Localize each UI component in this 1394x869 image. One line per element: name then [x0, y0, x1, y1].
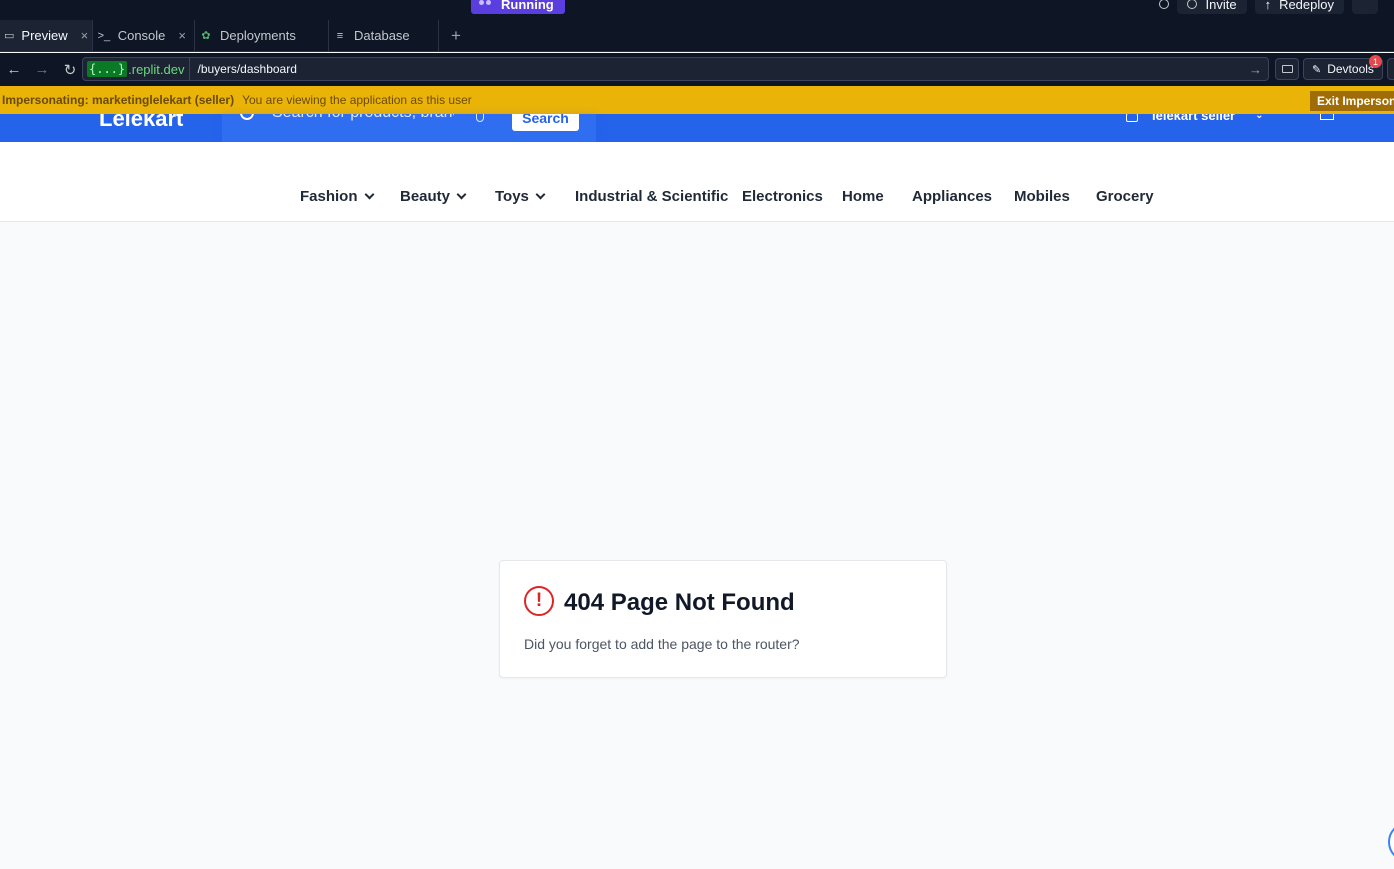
window-button[interactable] [1352, 0, 1378, 14]
tab-deployments[interactable]: ✿ Deployments [195, 20, 329, 51]
category-electronics[interactable]: Electronics [742, 188, 842, 205]
chevron-down-icon [456, 189, 467, 200]
category-label: Home [842, 188, 884, 205]
more-button[interactable] [1387, 58, 1394, 80]
url-field[interactable]: {...} .replit.dev /buyers/dashboard → [82, 57, 1269, 81]
microphone-icon[interactable] [476, 114, 484, 122]
chevron-down-icon [364, 189, 374, 200]
forward-icon[interactable]: → [28, 56, 56, 84]
run-status-label: Running [501, 0, 554, 12]
invite-label: Invite [1205, 0, 1237, 12]
category-label: Beauty [400, 188, 451, 205]
tab-preview[interactable]: ▭ Preview × [0, 20, 93, 51]
user-name: lelekart seller [1152, 114, 1236, 123]
exit-impersonation-button[interactable]: Exit Impersona [1310, 91, 1394, 111]
category-mobiles[interactable]: Mobiles [1014, 188, 1096, 205]
tab-label: Console [117, 28, 166, 43]
category-industrial-scientific[interactable]: Industrial & Scientific [575, 188, 742, 205]
redeploy-label: Redeploy [1279, 0, 1334, 12]
terminal-icon: >_ [97, 29, 111, 42]
code-icon: {...} [87, 61, 128, 77]
chevron-down-icon: ⌄ [1255, 114, 1264, 121]
cart-icon[interactable] [1320, 114, 1334, 120]
search-bar: Search [222, 114, 596, 144]
devtools-label: Devtools [1327, 62, 1374, 76]
alert-circle-icon: ! [524, 586, 554, 616]
tab-label: Deployments [220, 28, 296, 43]
category-label: Mobiles [1014, 188, 1070, 205]
back-icon[interactable]: ← [0, 56, 28, 84]
category-appliances[interactable]: Appliances [912, 188, 1014, 205]
address-bar: ← → ↻ {...} .replit.dev /buyers/dashboar… [0, 53, 1394, 86]
category-label: Fashion [300, 188, 358, 205]
tab-label: Database [354, 28, 410, 43]
tab-bar: ▭ Preview × >_ Console × ✿ Deployments ≡… [0, 20, 1394, 52]
category-grocery[interactable]: Grocery [1096, 188, 1154, 205]
deploy-icon: ✿ [201, 30, 211, 42]
not-found-card: ! 404 Page Not Found Did you forget to a… [499, 560, 947, 678]
category-beauty[interactable]: Beauty [400, 188, 495, 205]
search-input[interactable] [272, 114, 454, 122]
category-label: Appliances [912, 188, 993, 205]
tab-database[interactable]: ≡ Database [329, 20, 439, 51]
url-host-label: .replit.dev [128, 61, 185, 77]
search-icon[interactable] [1159, 0, 1170, 9]
category-label: Electronics [742, 188, 823, 205]
device-preview-button[interactable] [1275, 58, 1299, 80]
add-tab-button[interactable]: + [439, 20, 473, 51]
monitor-icon: ▭ [4, 30, 15, 42]
page-title: 404 Page Not Found [564, 589, 795, 616]
database-icon: ≡ [336, 29, 344, 42]
impersonation-message: You are viewing the application as this … [242, 93, 472, 107]
close-icon[interactable]: × [81, 28, 89, 43]
category-label: Industrial & Scientific [575, 188, 729, 205]
redeploy-button[interactable]: ↑ Redeploy [1254, 0, 1344, 14]
chat-float-button[interactable] [1388, 822, 1394, 862]
url-host: {...} .replit.dev [83, 58, 190, 80]
ide-top-bar: Running Invite ↑ Redeploy [0, 0, 1394, 20]
tab-console[interactable]: >_ Console × [93, 20, 195, 51]
close-icon[interactable]: × [178, 28, 186, 43]
devtools-badge: 1 [1369, 55, 1382, 68]
category-home[interactable]: Home [842, 188, 912, 205]
category-label: Grocery [1096, 188, 1154, 205]
tab-label: Preview [21, 28, 68, 43]
user-icon [1126, 114, 1138, 122]
category-nav: Fashion Beauty Toys Industrial & Scienti… [0, 142, 1394, 222]
user-icon [1187, 0, 1198, 9]
refresh-icon[interactable]: ↻ [56, 56, 84, 84]
impersonation-banner: Impersonating: marketinglelekart (seller… [0, 86, 1394, 114]
wrench-icon: ✎ [1312, 63, 1322, 76]
error-message: Did you forget to add the page to the ro… [524, 636, 800, 652]
go-arrow-icon[interactable]: → [1249, 62, 1268, 77]
site-header: Lelekart lelekart seller ⌄ [0, 114, 1394, 142]
site-logo[interactable]: Lelekart [99, 114, 183, 132]
url-path: /buyers/dashboard [197, 62, 297, 76]
category-label: Toys [495, 188, 529, 205]
upload-icon: ↑ [1264, 0, 1272, 12]
search-icon [240, 114, 254, 120]
replit-logo-icon [479, 0, 493, 8]
impersonation-title: Impersonating: marketinglelekart (seller… [2, 93, 235, 107]
category-toys[interactable]: Toys [495, 188, 575, 205]
chevron-down-icon [535, 189, 546, 200]
user-menu[interactable]: lelekart seller ⌄ [1126, 114, 1264, 123]
category-fashion[interactable]: Fashion [300, 188, 400, 205]
search-button[interactable]: Search [512, 114, 579, 131]
invite-button[interactable]: Invite [1177, 0, 1247, 14]
run-status-button[interactable]: Running [471, 0, 565, 14]
monitor-icon [1281, 65, 1293, 73]
